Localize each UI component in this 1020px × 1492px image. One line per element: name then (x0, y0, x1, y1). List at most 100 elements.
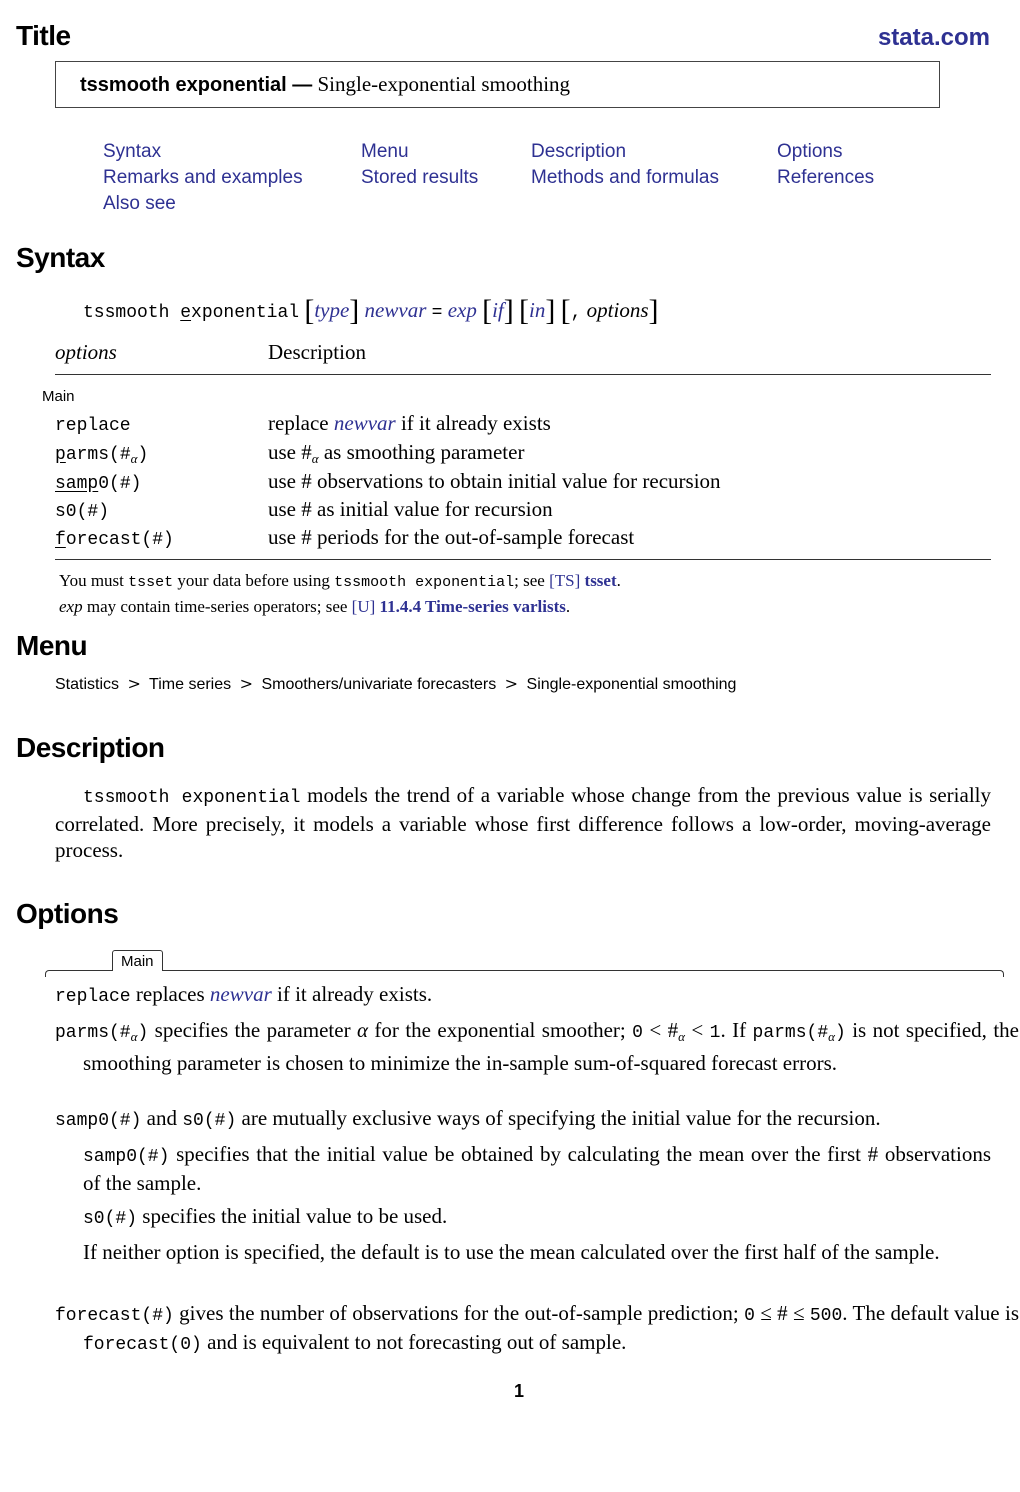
description-paragraph: tssmooth exponential models the trend of… (55, 782, 991, 863)
table-top-rule (55, 374, 991, 375)
tsset-note: You must tsset your data before using ts… (59, 571, 621, 591)
table-row-desc: use # as initial value for recursion (268, 497, 553, 521)
table-row: forecast(#) (55, 525, 174, 550)
text: and (141, 1106, 183, 1130)
command-description: Single-exponential smoothing (317, 72, 571, 96)
page-number: 1 (514, 1381, 525, 1401)
option-samp0: 0(#) (98, 474, 142, 494)
text: are mutually exclusive ways of specifyin… (236, 1106, 881, 1130)
toc-options[interactable]: Options (777, 141, 842, 163)
syntax-cmd-abbrev: e (180, 303, 192, 323)
table-row-desc: use #α as smoothing parameter (268, 440, 524, 467)
table-row-desc: use # observations to obtain initial val… (268, 469, 721, 493)
description-code: tssmooth exponential (83, 788, 301, 808)
note-text: You must (59, 571, 129, 590)
table-row: replace (55, 411, 131, 436)
code: samp0(#) (55, 1111, 142, 1131)
tsset-link[interactable]: tsset (585, 571, 617, 590)
text: gives the number of observations for the… (173, 1301, 745, 1325)
syntax-exp-link[interactable]: exp (448, 298, 477, 322)
option-neither-paragraph: If neither option is specified, the defa… (83, 1240, 940, 1264)
desc-text: use # (268, 440, 312, 464)
option-s0-paragraph: s0(#) specifies the initial value to be … (83, 1203, 991, 1232)
syntax-if-link[interactable]: if (492, 298, 504, 322)
text: ≤ # ≤ (754, 1301, 810, 1325)
menu-path-item: Smoothers/univariate forecasters (261, 676, 497, 693)
text: . The default value is (842, 1301, 1019, 1325)
toc-references[interactable]: References (777, 167, 874, 189)
options-tab-frame (45, 970, 1004, 977)
table-row: samp0(#) (55, 469, 141, 494)
option-close: ) (137, 445, 149, 465)
toc-methods-and-formulas[interactable]: Methods and formulas (531, 167, 719, 189)
option-abbrev: samp (55, 474, 99, 494)
option-forecast: orecast(#) (65, 530, 174, 550)
text: specifies the parameter (148, 1018, 357, 1042)
option-parms-paragraph: parms(#α) specifies the parameter α for … (55, 1017, 1019, 1076)
table-row-desc: replace newvar if it already exists (268, 411, 551, 436)
text: < # (642, 1018, 679, 1042)
u-manual-link[interactable]: [U] (352, 597, 376, 616)
code: ) (137, 1023, 149, 1043)
option-parms: arms(# (65, 445, 131, 465)
title-box: tssmooth exponential — Single-exponentia… (55, 61, 940, 108)
code: 500 (809, 1306, 843, 1326)
option-abbrev: f (55, 530, 66, 550)
code: 1 (709, 1023, 721, 1043)
text: specifies that the initial value be obta… (83, 1142, 991, 1195)
option-s0: s0(#) (55, 502, 110, 522)
group-label-main: Main (42, 388, 75, 405)
option-replace-paragraph: replace replaces newvar if it already ex… (55, 981, 991, 1010)
toc-remarks-and-examples[interactable]: Remarks and examples (103, 167, 303, 189)
option-samp0-paragraph: samp0(#) specifies that the initial valu… (83, 1141, 991, 1196)
table-row: s0(#) (55, 497, 109, 522)
menu-path: Statistics > Time series > Smoothers/uni… (55, 674, 736, 694)
code: forecast(0) (83, 1335, 202, 1355)
note-text: may contain time-series operators; see (82, 597, 352, 616)
syntax-newvar-link[interactable]: newvar (365, 298, 427, 322)
command-name: tssmooth exponential — (80, 74, 313, 96)
desc-text: replace (268, 411, 334, 435)
desc-text: if it already exists (395, 411, 551, 435)
syntax-heading: Syntax (16, 242, 105, 273)
code: parms(# (752, 1023, 829, 1043)
text: . If (720, 1018, 753, 1042)
text: < (684, 1018, 710, 1042)
ts-manual-link[interactable]: [TS] (549, 571, 580, 590)
menu-sep: > (127, 674, 141, 693)
desc-text: as smoothing parameter (318, 440, 525, 464)
menu-heading: Menu (16, 630, 88, 661)
syntax-options: options (586, 298, 649, 322)
varlists-link[interactable]: 11.4.4 Time-series varlists (380, 597, 566, 616)
code: replace (55, 987, 131, 1007)
syntax-type-link[interactable]: type (314, 298, 349, 322)
exp-note: exp may contain time-series operators; s… (59, 597, 570, 617)
toc-description[interactable]: Description (531, 141, 626, 163)
description-col-header: Description (268, 340, 366, 364)
menu-sep: > (239, 674, 253, 693)
toc-menu[interactable]: Menu (361, 141, 409, 163)
option-forecast-paragraph: forecast(#) gives the number of observat… (55, 1300, 1019, 1358)
title-heading: Title (16, 20, 71, 51)
note-text: ; see (514, 571, 550, 590)
toc-stored-results[interactable]: Stored results (361, 167, 478, 189)
note-code: tssmooth exponential (334, 574, 515, 591)
syntax-in-link[interactable]: in (529, 298, 545, 322)
text: if it already exists. (271, 982, 433, 1006)
stata-link[interactable]: stata.com (878, 24, 990, 52)
table-row: parms(#α) (55, 440, 148, 467)
newvar-link[interactable]: newvar (210, 982, 272, 1006)
newvar-link[interactable]: newvar (334, 411, 396, 435)
syntax-comma: , (570, 303, 582, 323)
toc-syntax[interactable]: Syntax (103, 141, 161, 163)
menu-path-item: Single-exponential smoothing (526, 676, 737, 693)
menu-sep: > (504, 674, 519, 693)
text: and is equivalent to not forecasting out… (201, 1330, 627, 1354)
toc-also-see[interactable]: Also see (103, 193, 176, 215)
note-exp: exp (59, 597, 83, 616)
syntax-line: tssmooth exponential [type] newvar = exp… (83, 294, 659, 327)
code: ) (834, 1023, 846, 1043)
description-heading: Description (16, 732, 165, 763)
note-code: tsset (128, 574, 174, 591)
syntax-cmd-prefix: tssmooth (83, 303, 181, 323)
